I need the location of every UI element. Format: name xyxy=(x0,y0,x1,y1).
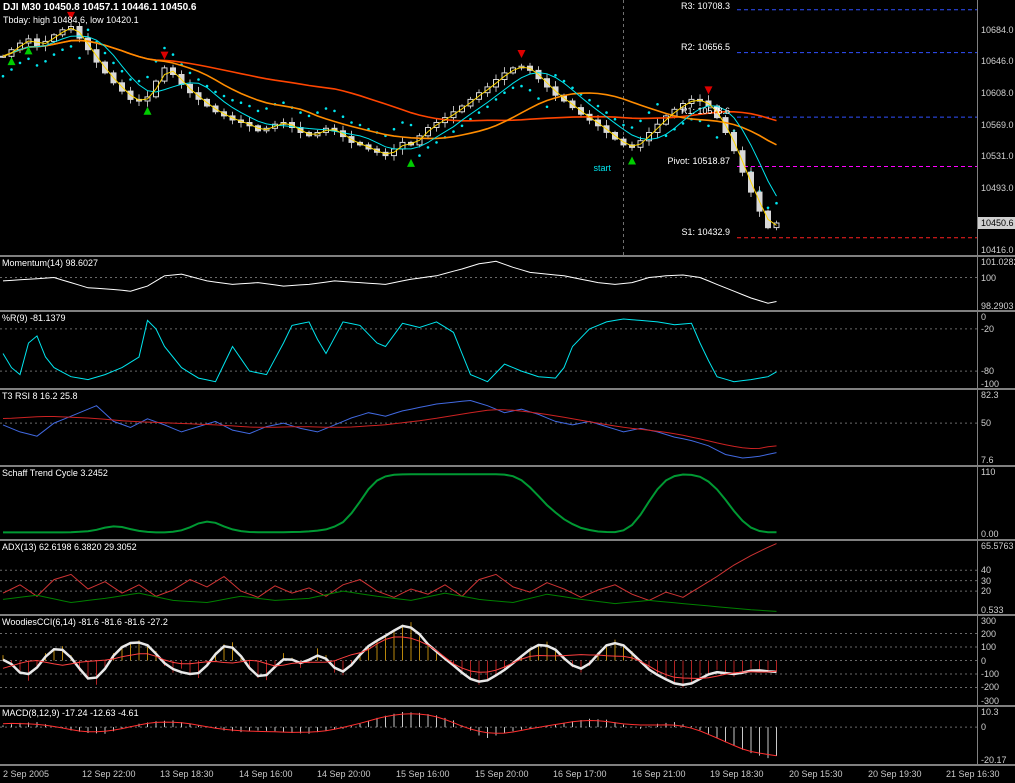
panel-separator[interactable] xyxy=(0,614,1015,616)
time-label: 16 Sep 17:00 xyxy=(553,769,607,779)
time-label: 15 Sep 20:00 xyxy=(475,769,529,779)
time-label: 15 Sep 16:00 xyxy=(396,769,450,779)
pivot-label: R1: 10578.6 xyxy=(680,106,730,117)
time-axis[interactable]: 2 Sep 2005 12 Sep 22:00 13 Sep 18:30 14 Sep… xyxy=(0,766,1015,783)
time-label: 14 Sep 16:00 xyxy=(239,769,293,779)
time-label: 19 Sep 18:30 xyxy=(710,769,764,779)
woodies-cci-label: WoodiesCCI(6,14) -81.6 -81.6 -81.6 -27.2 xyxy=(2,617,168,627)
ohlc-readout: DJI M30 10450.8 10457.1 10446.1 10450.6 xyxy=(3,2,197,13)
time-label: 12 Sep 22:00 xyxy=(82,769,136,779)
price-scale-column[interactable]: 10450.6 10684.0 10646.0 10608.0 10569.0 1053… xyxy=(977,0,1015,766)
panel-separator[interactable] xyxy=(0,465,1015,467)
indicator-scale-label: 65.5763 xyxy=(981,541,1014,551)
time-label: 2 Sep 2005 xyxy=(3,769,50,779)
t3-rsi-label: T3 RSI 8 16.2 25.8 xyxy=(2,391,78,401)
price-scale-label: 10646.0 xyxy=(981,56,1014,67)
main-chart-panel: DJI M30 10450.8 10457.1 10446.1 10450.6 … xyxy=(0,0,977,255)
macd-canvas[interactable] xyxy=(0,707,977,764)
williams-r-canvas[interactable] xyxy=(0,312,977,388)
indicator-scale-label: 100 xyxy=(981,272,997,283)
time-label: 20 Sep 15:30 xyxy=(789,769,843,779)
indicator-scale-label: -80 xyxy=(981,366,995,377)
indicator-scale-label: -200 xyxy=(981,682,1000,693)
indicator-scale-label: 0 xyxy=(981,655,987,666)
adx-canvas[interactable] xyxy=(0,541,977,614)
main-chart-canvas[interactable] xyxy=(0,0,977,255)
day-range-readout: Tbday: high 10484.6, low 10420.1 xyxy=(3,15,139,25)
price-scale-label: 10531.0 xyxy=(981,151,1014,162)
indicator-scale-label: 100 xyxy=(981,642,997,652)
price-scale-label: 10493.0 xyxy=(981,182,1014,193)
mt4-chart-window: DJI M30 10450.8 10457.1 10446.1 10450.6 … xyxy=(0,0,1015,783)
schaff-trend-cycle-canvas[interactable] xyxy=(0,467,977,539)
indicator-scale-label: 10.3 xyxy=(981,707,999,717)
adx-panel: ADX(13) 62.6198 6.3820 29.3052 xyxy=(0,541,977,614)
indicator-scale-label: 0 xyxy=(981,722,987,733)
time-label: 16 Sep 21:00 xyxy=(632,769,686,779)
indicator-scale-label: 30 xyxy=(981,575,992,586)
pivot-label: S1: 10432.9 xyxy=(681,226,730,237)
williams-r-label: %R(9) -81.1379 xyxy=(2,313,66,323)
indicator-scale-label: 50 xyxy=(981,418,992,429)
indicator-scale-label: 110 xyxy=(981,467,996,477)
indicator-scale-label: 20 xyxy=(981,586,992,597)
williams-r-panel: %R(9) -81.1379 xyxy=(0,312,977,388)
macd-label: MACD(8,12,9) -17.24 -12.63 -4.61 xyxy=(2,708,139,718)
time-label: 21 Sep 16:30 xyxy=(946,769,1000,779)
time-label: 13 Sep 18:30 xyxy=(160,769,214,779)
time-label: 14 Sep 20:00 xyxy=(317,769,371,779)
panel-separator[interactable] xyxy=(0,764,1015,766)
indicator-scale-label: 40 xyxy=(981,565,992,576)
price-scale-label: 10608.0 xyxy=(981,87,1014,98)
panel-separator[interactable] xyxy=(0,310,1015,312)
momentum-canvas[interactable] xyxy=(0,257,977,310)
indicator-scale-label: 0 xyxy=(981,312,987,322)
woodies-cci-canvas[interactable] xyxy=(0,616,977,705)
panel-separator[interactable] xyxy=(0,255,1015,257)
indicator-scale-label: 7.6 xyxy=(981,455,994,466)
indicator-scale-label: 101.0282 xyxy=(981,257,1015,267)
woodies-cci-panel: WoodiesCCI(6,14) -81.6 -81.6 -81.6 -27.2 xyxy=(0,616,977,705)
schaff-trend-cycle-panel: Schaff Trend Cycle 3.2452 xyxy=(0,467,977,539)
time-label: 20 Sep 19:30 xyxy=(868,769,922,779)
schaff-trend-cycle-label: Schaff Trend Cycle 3.2452 xyxy=(2,468,108,478)
momentum-panel: Momentum(14) 98.6027 xyxy=(0,257,977,310)
indicator-scale-label: -100 xyxy=(981,668,1000,679)
panel-separator[interactable] xyxy=(0,388,1015,390)
pivot-label: R2: 10656.5 xyxy=(680,41,730,52)
indicator-scale-label: 300 xyxy=(981,616,997,626)
indicator-scale-label: -20 xyxy=(981,323,995,334)
price-scale-label: 10416.0 xyxy=(981,245,1014,255)
indicator-scale-label: 82.3 xyxy=(981,390,999,400)
adx-label: ADX(13) 62.6198 6.3820 29.3052 xyxy=(2,542,137,552)
t3-rsi-canvas[interactable] xyxy=(0,390,977,465)
momentum-label: Momentum(14) 98.6027 xyxy=(2,258,99,268)
current-price-tag: 10450.6 xyxy=(978,217,1015,229)
price-scale-label: 10569.0 xyxy=(981,120,1014,131)
indicator-scale-label: 200 xyxy=(981,628,997,639)
price-scale-label: 10684.0 xyxy=(981,24,1014,35)
t3-rsi-panel: T3 RSI 8 16.2 25.8 xyxy=(0,390,977,465)
macd-panel: MACD(8,12,9) -17.24 -12.63 -4.61 xyxy=(0,707,977,764)
panel-separator[interactable] xyxy=(0,539,1015,541)
pivot-label: Pivot: 10518.87 xyxy=(667,155,730,166)
panel-separator[interactable] xyxy=(0,705,1015,707)
indicator-scale-label: 0.00 xyxy=(981,529,999,540)
